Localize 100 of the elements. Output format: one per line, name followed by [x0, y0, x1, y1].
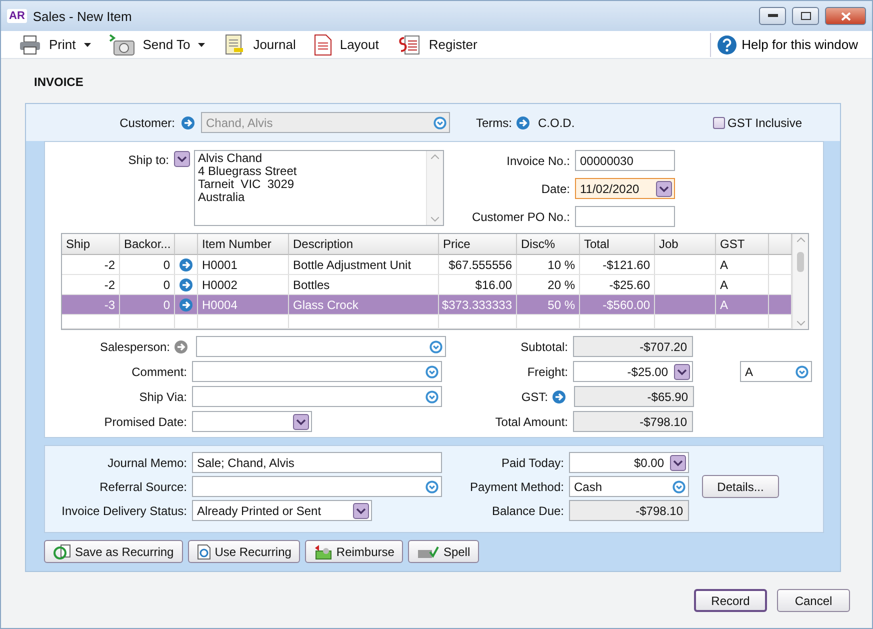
address-field[interactable]: Alvis Chand 4 Bluegrass Street Tarneit VIC 3029 Australia: [194, 150, 444, 226]
dropdown-icon[interactable]: [425, 390, 439, 404]
column-header[interactable]: Price: [439, 234, 517, 255]
table-cell: A: [716, 275, 769, 294]
column-header[interactable]: Job: [655, 234, 716, 255]
input-field[interactable]: -$707.20: [573, 336, 693, 357]
chevron-icon[interactable]: [796, 321, 804, 326]
action-button[interactable]: Spell: [408, 540, 480, 563]
column-header[interactable]: Item Number: [198, 234, 289, 255]
toolbar-button[interactable]: Journal: [223, 34, 296, 56]
field-label: Customer:: [118, 116, 175, 130]
dropdown-field[interactable]: [196, 336, 446, 357]
column-header[interactable]: Disc%: [517, 234, 580, 255]
table-row[interactable]: -2 0 H0001 Bottle Adjustment Unit $67.555556 10 % -$121.60 A: [62, 255, 792, 275]
chevron-icon[interactable]: [431, 217, 439, 222]
column-header[interactable]: Backor...: [120, 234, 175, 255]
dropdown-button[interactable]: [353, 502, 369, 518]
close-button[interactable]: [825, 7, 866, 25]
arrow-icon[interactable]: [181, 116, 195, 130]
input-field[interactable]: Sale; Chand, Alvis: [192, 452, 442, 473]
field-label: Salesperson:: [98, 340, 170, 354]
help-button[interactable]: Help for this window: [710, 32, 858, 56]
maximize-button[interactable]: [792, 7, 819, 25]
dropdown-button[interactable]: [656, 180, 672, 196]
minimize-button[interactable]: [759, 7, 786, 25]
toolbar-button[interactable]: Send To: [108, 34, 206, 56]
dropdown-icon[interactable]: [429, 340, 443, 354]
dropdown-field[interactable]: [192, 361, 442, 382]
table-cell: H0001: [198, 255, 289, 274]
document-icon: [314, 34, 332, 56]
field-label: Balance Due:: [490, 504, 564, 518]
dropdown-icon[interactable]: [425, 364, 439, 378]
table-cell: 0: [120, 275, 175, 294]
camera-icon: [108, 34, 135, 56]
arrow-icon[interactable]: [174, 340, 188, 354]
column-header[interactable]: Total: [580, 234, 655, 255]
scrollbar[interactable]: [426, 151, 443, 225]
terms-value: C.O.D.: [538, 116, 575, 130]
arrow-icon[interactable]: [179, 278, 193, 292]
table-row[interactable]: -2 0 H0002 Bottles $16.00 20 % -$25.60 A: [62, 275, 792, 295]
column-header[interactable]: Ship: [62, 234, 120, 255]
field-label: Ship Via:: [138, 390, 187, 404]
dialog-button[interactable]: Cancel: [777, 589, 850, 612]
column-header: [175, 234, 198, 255]
scrollbar[interactable]: [792, 234, 808, 329]
input-field[interactable]: -$798.10: [573, 411, 693, 432]
field-label: Total Amount:: [494, 414, 568, 428]
dropdown-field[interactable]: A: [740, 361, 812, 382]
date-field[interactable]: 11/02/2020: [575, 178, 675, 199]
dropdown-icon[interactable]: [795, 364, 809, 378]
date-field[interactable]: [192, 411, 312, 432]
dropdown-icon[interactable]: [672, 480, 686, 494]
dropdown-button[interactable]: [293, 414, 309, 430]
toolbar-button[interactable]: Print: [19, 34, 91, 54]
arrow-icon[interactable]: [179, 258, 193, 272]
details-button[interactable]: Details...: [702, 475, 779, 498]
toolbar-button[interactable]: Layout: [314, 34, 379, 56]
dropdown-button[interactable]: [674, 364, 690, 380]
action-button[interactable]: Reimburse: [305, 540, 404, 563]
input-field[interactable]: -$65.90: [574, 386, 694, 407]
toolbar-button[interactable]: Register: [396, 34, 478, 56]
action-button[interactable]: Save as Recurring: [44, 540, 183, 563]
input-field[interactable]: [575, 206, 675, 227]
minimize-icon: [768, 14, 778, 18]
chevron-icon[interactable]: [796, 237, 804, 242]
dropdown-button[interactable]: [670, 454, 686, 470]
dialog-button[interactable]: Record: [694, 589, 767, 612]
column-header[interactable]: GST: [716, 234, 769, 255]
arrow-icon[interactable]: [179, 298, 193, 312]
table-cell: -$25.60: [580, 275, 655, 294]
dropdown-field[interactable]: Already Printed or Sent: [192, 500, 372, 521]
table-cell: -$560.00: [580, 295, 655, 314]
ledger-icon: [396, 34, 421, 56]
field-label: Subtotal:: [520, 340, 568, 354]
field-label: Terms:: [475, 116, 512, 130]
arrow-icon[interactable]: [516, 116, 530, 130]
table-cell: 0: [120, 255, 175, 274]
arrow-icon[interactable]: [552, 390, 566, 404]
dropdown-field[interactable]: [192, 386, 442, 407]
dropdown-icon[interactable]: [425, 480, 439, 494]
chevron-icon[interactable]: [431, 154, 439, 159]
table-cell: -2: [62, 275, 120, 294]
field-label: Promised Date:: [103, 414, 187, 428]
page-heading: INVOICE: [34, 75, 84, 89]
notebook-icon: [223, 34, 246, 56]
input-field[interactable]: -$798.10: [569, 500, 689, 521]
input-field[interactable]: 00000030: [575, 150, 675, 171]
action-button[interactable]: Use Recurring: [188, 540, 300, 563]
field-label: Comment:: [130, 364, 187, 378]
dropdown-field[interactable]: Cash: [569, 476, 689, 497]
dropdown-field[interactable]: -$25.00: [573, 361, 693, 382]
field-label: Date:: [540, 182, 570, 196]
column-header[interactable]: Description: [289, 234, 439, 255]
scroll-thumb[interactable]: [797, 252, 804, 272]
checkbox[interactable]: [712, 116, 725, 128]
dropdown-field[interactable]: $0.00: [569, 452, 689, 473]
field-label: GST:: [520, 390, 548, 404]
dropdown-button[interactable]: [174, 151, 190, 167]
table-cell: H0004: [198, 295, 289, 314]
dropdown-field[interactable]: [192, 476, 442, 497]
